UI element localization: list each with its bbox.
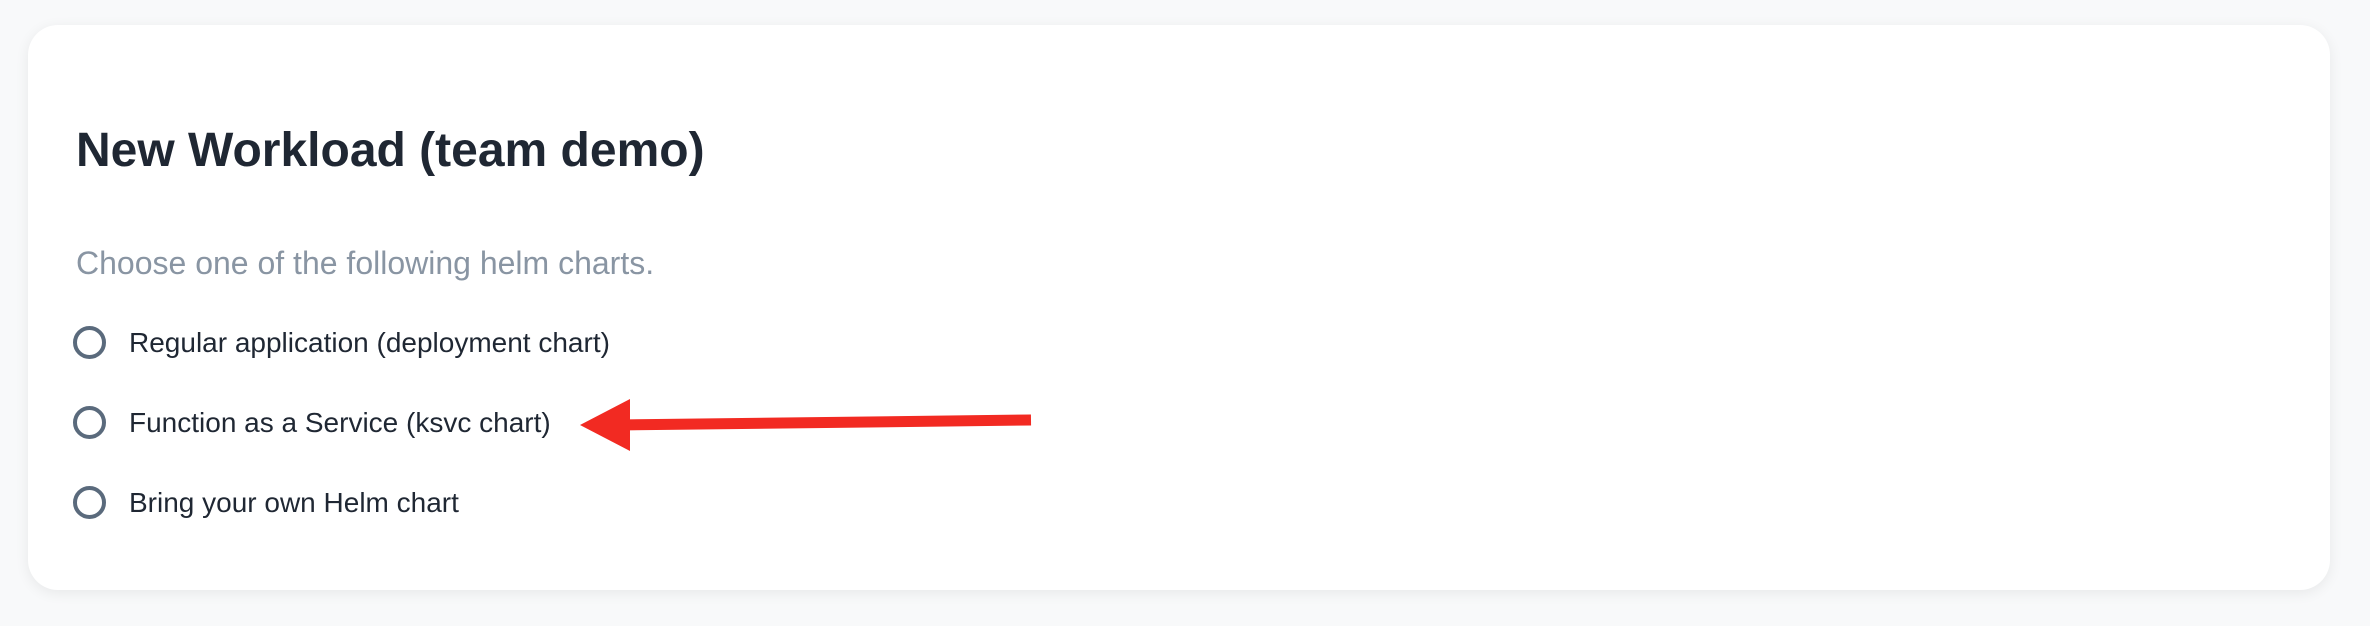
workload-card: New Workload (team demo) Choose one of t…	[28, 25, 2330, 590]
page-subtitle: Choose one of the following helm charts.	[76, 245, 655, 281]
option-own-helm-chart[interactable]: Bring your own Helm chart	[73, 486, 459, 519]
option-label-deployment-chart: Regular application (deployment chart)	[129, 326, 610, 358]
option-ksvc-chart[interactable]: Function as a Service (ksvc chart)	[73, 406, 551, 439]
radio-ksvc-chart[interactable]	[73, 406, 106, 439]
radio-own-helm-chart[interactable]	[73, 486, 106, 519]
radio-deployment-chart[interactable]	[73, 326, 106, 359]
option-label-ksvc-chart: Function as a Service (ksvc chart)	[129, 406, 551, 438]
page-title: New Workload (team demo)	[76, 124, 705, 177]
option-deployment-chart[interactable]: Regular application (deployment chart)	[73, 326, 610, 359]
option-label-own-helm-chart: Bring your own Helm chart	[129, 486, 459, 518]
